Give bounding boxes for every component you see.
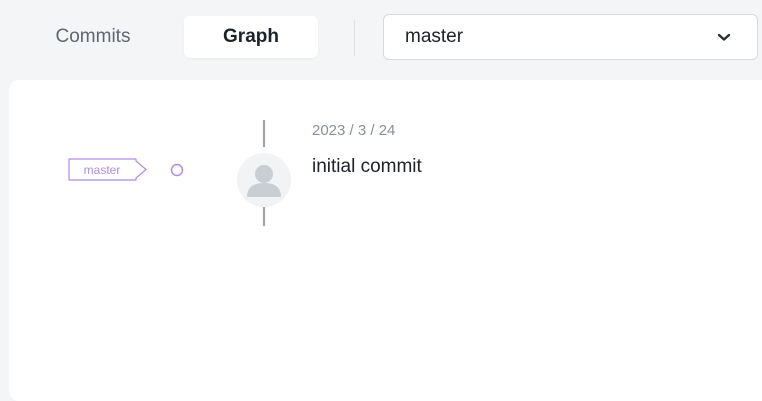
toolbar: Commits Graph master	[0, 0, 762, 80]
tab-commits[interactable]: Commits	[26, 16, 160, 58]
git-graph-view: Commits Graph master master 2023 / 3 / 2…	[0, 0, 762, 401]
avatar-silhouette	[247, 165, 281, 197]
tab-graph[interactable]: Graph	[184, 16, 318, 58]
commit-message[interactable]: initial commit	[312, 156, 422, 178]
user-avatar-icon[interactable]	[237, 153, 291, 207]
commit-date: 2023 / 3 / 24	[312, 122, 396, 139]
toolbar-divider	[354, 20, 355, 56]
branch-tag[interactable]: master	[68, 158, 147, 181]
branch-select[interactable]: master	[383, 14, 758, 60]
branch-tag-label: master	[84, 163, 121, 177]
chevron-down-icon	[717, 33, 731, 41]
commit-node-icon[interactable]	[170, 163, 184, 177]
branch-select-value: master	[405, 26, 464, 47]
commit-graph-panel: master 2023 / 3 / 24 initial commit	[9, 80, 762, 401]
